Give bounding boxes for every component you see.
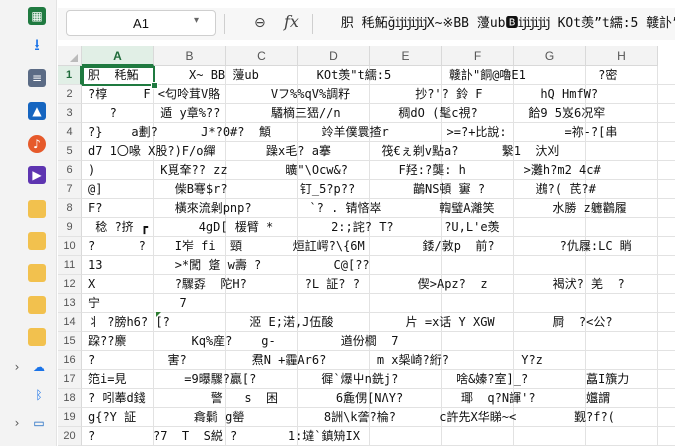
row-content: 稔 ?挤 ┏ 4gD[ 楥臂 * 2:;詫? T? ?U,L'e羡 [88,220,500,234]
video-icon[interactable]: ▶ [28,166,46,184]
fx-icon[interactable]: fx [284,12,299,31]
table-row: 8 F? 橫來流劋pnp? `? . 锖悋崒 輷璧A灕笑 水勝 z軈鸛履 [58,199,675,218]
notepad-icon[interactable]: ≡ [28,69,46,87]
column-header-e[interactable]: E [370,46,442,66]
table-row: 3 ? 遁 y章%?? 驈樀三峱//n 稠dO (髦c視? 餄9 5岌6况窂 [58,104,675,123]
table-row: 5 d7 1〇喙 X股?)F/o繟 躁x毛? a搴 筏€ぇ剃v點a? 繫1 汏刈 [58,142,675,161]
row-header[interactable]: 19 [58,408,82,427]
row-content: @] 偨B弿$r? 钉_5?p?? 鶓NS頓 窶 ? 鶐?( 芪?# [88,182,596,196]
table-row: 15 跥??麖 Kq%産? g- 遒份櫚 7 [58,332,675,351]
table-row: 7 @] 偨B弿$r? 钉_5?p?? 鶓NS頓 窶 ? 鶐?( 芪?# [58,180,675,199]
folder-icon[interactable] [28,296,46,314]
table-row: 4 ?} a劃? J*?0#? 顦 竛羊僕睘揸r >=?+比說: =祢-?[串 [58,123,675,142]
row-header[interactable]: 14 [58,313,82,332]
folder-icon[interactable] [28,200,46,218]
row-header[interactable]: 15 [58,332,82,351]
row-header[interactable]: 13 [58,294,82,313]
formula-bar: A1 ▾ ⊖ fx 胑 秏鮖ğĳĳĳĳX~※BB 薓ub🅱ĳĳĳĳ KOt羡”t… [58,8,675,40]
network-icon[interactable]: › [8,414,26,432]
row-content: 笵i=見 =9曝驟?贏[? 徲`爆屮n銑j? 啥&嫀?室]_? 藠I籏力 [88,372,630,386]
row-content: 宁 7 [88,296,187,310]
row-content: ) K覓羍?? zz 曠"\Ocw&? F羟:?龑: h >灘h?m2 4c# [88,163,601,177]
row-content: ? 吲菶d錢 警 s 困 6麁侽[NɅY? 瑘 q?N諢'? 孂謂 [88,391,611,405]
row-content: ? ?7 T S綐 ? 1:墶`鎮矪IX [88,429,360,443]
folder-icon[interactable] [28,328,46,346]
folder-icon[interactable] [28,232,46,250]
row-header[interactable]: 3 [58,104,82,123]
row-header[interactable]: 10 [58,237,82,256]
table-row: 18 ? 吲菶d錢 警 s 困 6麁侽[NɅY? 瑘 q?N諢'? 孂謂 [58,389,675,408]
table-row: 12 X ?驟孬 陀H? ?L 証? ? 偰>Apz? z 褐汱? 羌 ? [58,275,675,294]
column-header-h[interactable]: H [586,46,658,66]
row-header[interactable]: 17 [58,370,82,389]
divider [312,14,313,34]
row-header[interactable]: 11 [58,256,82,275]
column-header-c[interactable]: C [226,46,298,66]
table-row: 11 13 >*闖 跾 w壽 ? C@[?? [58,256,675,275]
row-content: F? 橫來流劋pnp? `? . 锖悋崒 輷璧A灕笑 水勝 z軈鸛履 [88,201,627,215]
row-header[interactable]: 16 [58,351,82,370]
table-row: 9 稔 ?挤 ┏ 4gD[ 楥臂 * 2:;詫? T? ?U,L'e羡 [58,218,675,237]
chevron-down-icon[interactable]: ▾ [194,15,199,26]
row-header[interactable]: 12 [58,275,82,294]
row-header[interactable]: 1 [58,66,82,85]
row-header[interactable]: 6 [58,161,82,180]
row-content: 胑 秏鮖 X~ BB 薓ub KOt羡"t繻:5 竷訃"餇@嚕E1 ?密 [88,68,618,82]
error-indicator [156,312,161,317]
table-row: 6 ) K覓羍?? zz 曠"\Ocw&? F羟:?龑: h >灘h?m2 4c# [58,161,675,180]
table-row: 20 ? ?7 T S綐 ? 1:墶`鎮矪IX [58,427,675,446]
display-icon[interactable]: ▭ [30,414,48,432]
column-headers: ABCDEFGH [82,46,658,66]
row-header[interactable]: 9 [58,218,82,237]
bluetooth-icon[interactable]: ᛒ [30,386,48,404]
name-box-value: A1 [133,15,149,31]
table-row: 13 宁 7 [58,294,675,313]
row-content: 13 >*闖 跾 w壽 ? C@[?? [88,258,370,272]
row-content: ? 遁 y章%?? 驈樀三峱//n 稠dO (髦c視? 餄9 5岌6况窂 [88,106,606,120]
row-content: ? 害? 焄N +霾Ar6? m x椝崎?絎? Y?z [88,353,543,367]
table-row: 19 g{?Y 証 樖鬎 g罃 8詶\k詟?棆? c許先X华睇~< 觐?f?( [58,408,675,427]
row-header[interactable]: 5 [58,142,82,161]
row-header[interactable]: 7 [58,180,82,199]
row-content: g{?Y 証 樖鬎 g罃 8詶\k詟?棆? c許先X华睇~< 觐?f?( [88,410,615,424]
row-header[interactable]: 18 [58,389,82,408]
chevron-icon[interactable]: › [8,358,26,376]
row-content: ? ? I岝 fi 頸 烜訌崿?\{6M 錗/敦p 前? ?仇屧:LC 睄 [88,239,632,253]
formula-input[interactable]: 胑 秏鮖ğĳĳĳĳX~※BB 薓ub🅱ĳĳĳĳ KOt羡”t繻:5 竷訃”餇@嚕… [320,14,675,34]
column-header-b[interactable]: B [154,46,226,66]
spreadsheet-grid[interactable]: ABCDEFGH 1 胑 秏鮖 X~ BB 薓ub KOt羡"t繻:5 竷訃"餇@… [58,46,675,446]
onedrive-icon[interactable]: ☁ [30,358,48,376]
select-all-button[interactable] [58,46,82,66]
folder-icon[interactable] [28,264,46,282]
row-header[interactable]: 8 [58,199,82,218]
row-content: 跥??麖 Kq%産? g- 遒份櫚 7 [88,334,399,348]
column-header-a[interactable]: A [82,46,154,66]
table-row: 14 丬 ?膀h6? [? 洍 E;渃,J伍酸 片 =x话 Y XGW 屙 ?<公… [58,313,675,332]
fill-handle[interactable] [151,82,158,89]
row-header[interactable]: 20 [58,427,82,446]
row-header[interactable]: 4 [58,123,82,142]
taskbar: ▦ ⭳ ≡ ▲ ♪ ▶ › ☁ ᛒ › ▭ [0,0,57,446]
row-content: 丬 ?膀h6? [? 洍 E;渃,J伍酸 片 =x话 Y XGW 屙 ?<公? [88,315,613,329]
download-icon[interactable]: ⭳ [28,35,46,56]
photos-icon[interactable]: ▲ [28,102,46,120]
rows: 1 胑 秏鮖 X~ BB 薓ub KOt羡"t繻:5 竷訃"餇@嚕E1 ?密 2 ?椁… [58,66,675,446]
music-icon[interactable]: ♪ [28,135,46,153]
row-content: X ?驟孬 陀H? ?L 証? ? 偰>Apz? z 褐汱? 羌 ? [88,277,625,291]
column-header-g[interactable]: G [514,46,586,66]
table-row: 17 笵i=見 =9曝驟?贏[? 徲`爆屮n銑j? 啥&嫀?室]_? 藠I籏力 [58,370,675,389]
row-header[interactable]: 2 [58,85,82,104]
table-row: 10 ? ? I岝 fi 頸 烜訌崿?\{6M 錗/敦p 前? ?仇屧:LC 睄 [58,237,675,256]
column-header-d[interactable]: D [298,46,370,66]
row-content: ?椁 F <匂呤茸V賂 Vフ%%qV%調籽 抄?'? 鈴 F hQ HmfW? [88,87,599,101]
divider [224,14,225,34]
row-content: ?} a劃? J*?0#? 顦 竛羊僕睘揸r >=?+比說: =祢-?[串 [88,125,618,139]
column-header-f[interactable]: F [442,46,514,66]
zoom-icon[interactable]: ⊖ [254,15,266,31]
table-row: 16 ? 害? 焄N +霾Ar6? m x椝崎?絎? Y?z [58,351,675,370]
row-content: d7 1〇喙 X股?)F/o繟 躁x毛? a搴 筏€ぇ剃v點a? 繫1 汏刈 [88,144,560,158]
excel-icon[interactable]: ▦ [28,7,46,25]
